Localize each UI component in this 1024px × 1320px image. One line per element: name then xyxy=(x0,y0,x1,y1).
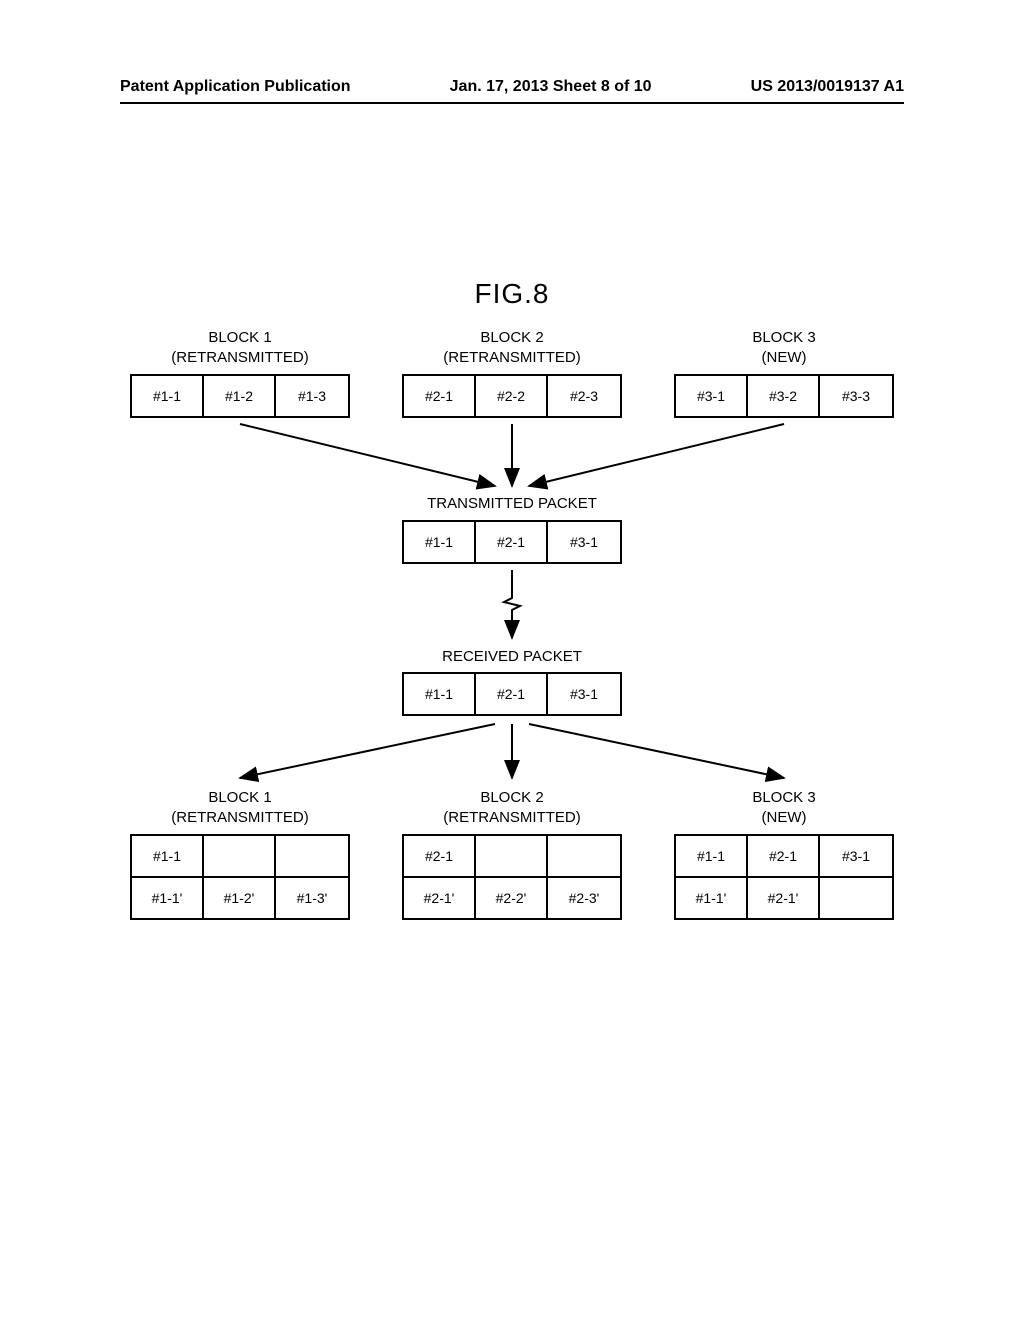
cell: #1-2' xyxy=(204,878,276,918)
cell: #2-3 xyxy=(548,376,620,416)
transmitted-packet: #1-1 #2-1 #3-1 xyxy=(402,520,622,564)
header-left: Patent Application Publication xyxy=(120,78,351,96)
top-block3-row: #3-1 #3-2 #3-3 xyxy=(674,374,894,418)
block-title: BLOCK 2 xyxy=(480,329,543,346)
empty-cell xyxy=(548,836,620,876)
empty-cell xyxy=(204,836,276,876)
transmitted-label: TRANSMITTED PACKET xyxy=(0,495,1024,512)
block-subtitle: (RETRANSMITTED) xyxy=(443,809,581,826)
received-packet: #1-1 #2-1 #3-1 xyxy=(402,672,622,716)
block-subtitle: (RETRANSMITTED) xyxy=(443,349,581,366)
bottom-block2-row2: #2-1' #2-2' #2-3' xyxy=(402,876,622,920)
block-title: BLOCK 3 xyxy=(752,329,815,346)
cell: #2-1 xyxy=(748,836,820,876)
cell: #1-1' xyxy=(676,878,748,918)
bottom-block3-row1: #1-1 #2-1 #3-1 xyxy=(674,834,894,878)
block-subtitle: (RETRANSMITTED) xyxy=(171,809,309,826)
top-block1-row: #1-1 #1-2 #1-3 xyxy=(130,374,350,418)
header-center: Jan. 17, 2013 Sheet 8 of 10 xyxy=(450,78,652,96)
cell: #2-1 xyxy=(404,376,476,416)
cell: #2-2' xyxy=(476,878,548,918)
empty-cell xyxy=(820,878,892,918)
bottom-block1-row1: #1-1 xyxy=(130,834,350,878)
cell: #2-2 xyxy=(476,376,548,416)
cell: #1-3' xyxy=(276,878,348,918)
block-title: BLOCK 1 xyxy=(208,789,271,806)
block-subtitle: (NEW) xyxy=(762,809,807,826)
block-title: BLOCK 1 xyxy=(208,329,271,346)
cell: #3-1 xyxy=(548,674,620,714)
cell: #2-1 xyxy=(404,836,476,876)
cell: #1-2 xyxy=(204,376,276,416)
figure-title: FIG.8 xyxy=(0,278,1024,310)
top-block2-row: #2-1 #2-2 #2-3 xyxy=(402,374,622,418)
cell: #1-1 xyxy=(132,836,204,876)
bottom-block1-label: BLOCK 1 (RETRANSMITTED) xyxy=(130,788,350,827)
cell: #3-1 xyxy=(820,836,892,876)
top-block1-label: BLOCK 1 (RETRANSMITTED) xyxy=(130,328,350,367)
bottom-block3-row2: #1-1' #2-1' xyxy=(674,876,894,920)
bottom-block2-label: BLOCK 2 (RETRANSMITTED) xyxy=(402,788,622,827)
empty-cell xyxy=(476,836,548,876)
header-right: US 2013/0019137 A1 xyxy=(751,78,904,96)
cell: #2-3' xyxy=(548,878,620,918)
cell: #3-1 xyxy=(548,522,620,562)
header-rule xyxy=(120,102,904,104)
cell: #1-1 xyxy=(404,674,476,714)
block-subtitle: (RETRANSMITTED) xyxy=(171,349,309,366)
block-subtitle: (NEW) xyxy=(762,349,807,366)
cell: #3-2 xyxy=(748,376,820,416)
cell: #3-1 xyxy=(676,376,748,416)
page-header: Patent Application Publication Jan. 17, … xyxy=(0,78,1024,96)
bottom-block1-row2: #1-1' #1-2' #1-3' xyxy=(130,876,350,920)
cell: #2-1' xyxy=(748,878,820,918)
cell: #2-1 xyxy=(476,522,548,562)
block-title: BLOCK 3 xyxy=(752,789,815,806)
top-block3-label: BLOCK 3 (NEW) xyxy=(674,328,894,367)
bottom-block3-label: BLOCK 3 (NEW) xyxy=(674,788,894,827)
empty-cell xyxy=(276,836,348,876)
cell: #1-1 xyxy=(404,522,476,562)
cell: #1-3 xyxy=(276,376,348,416)
cell: #1-1' xyxy=(132,878,204,918)
cell: #3-3 xyxy=(820,376,892,416)
cell: #1-1 xyxy=(676,836,748,876)
cell: #1-1 xyxy=(132,376,204,416)
received-label: RECEIVED PACKET xyxy=(0,648,1024,665)
block-title: BLOCK 2 xyxy=(480,789,543,806)
cell: #2-1' xyxy=(404,878,476,918)
cell: #2-1 xyxy=(476,674,548,714)
top-block2-label: BLOCK 2 (RETRANSMITTED) xyxy=(402,328,622,367)
bottom-block2-row1: #2-1 xyxy=(402,834,622,878)
